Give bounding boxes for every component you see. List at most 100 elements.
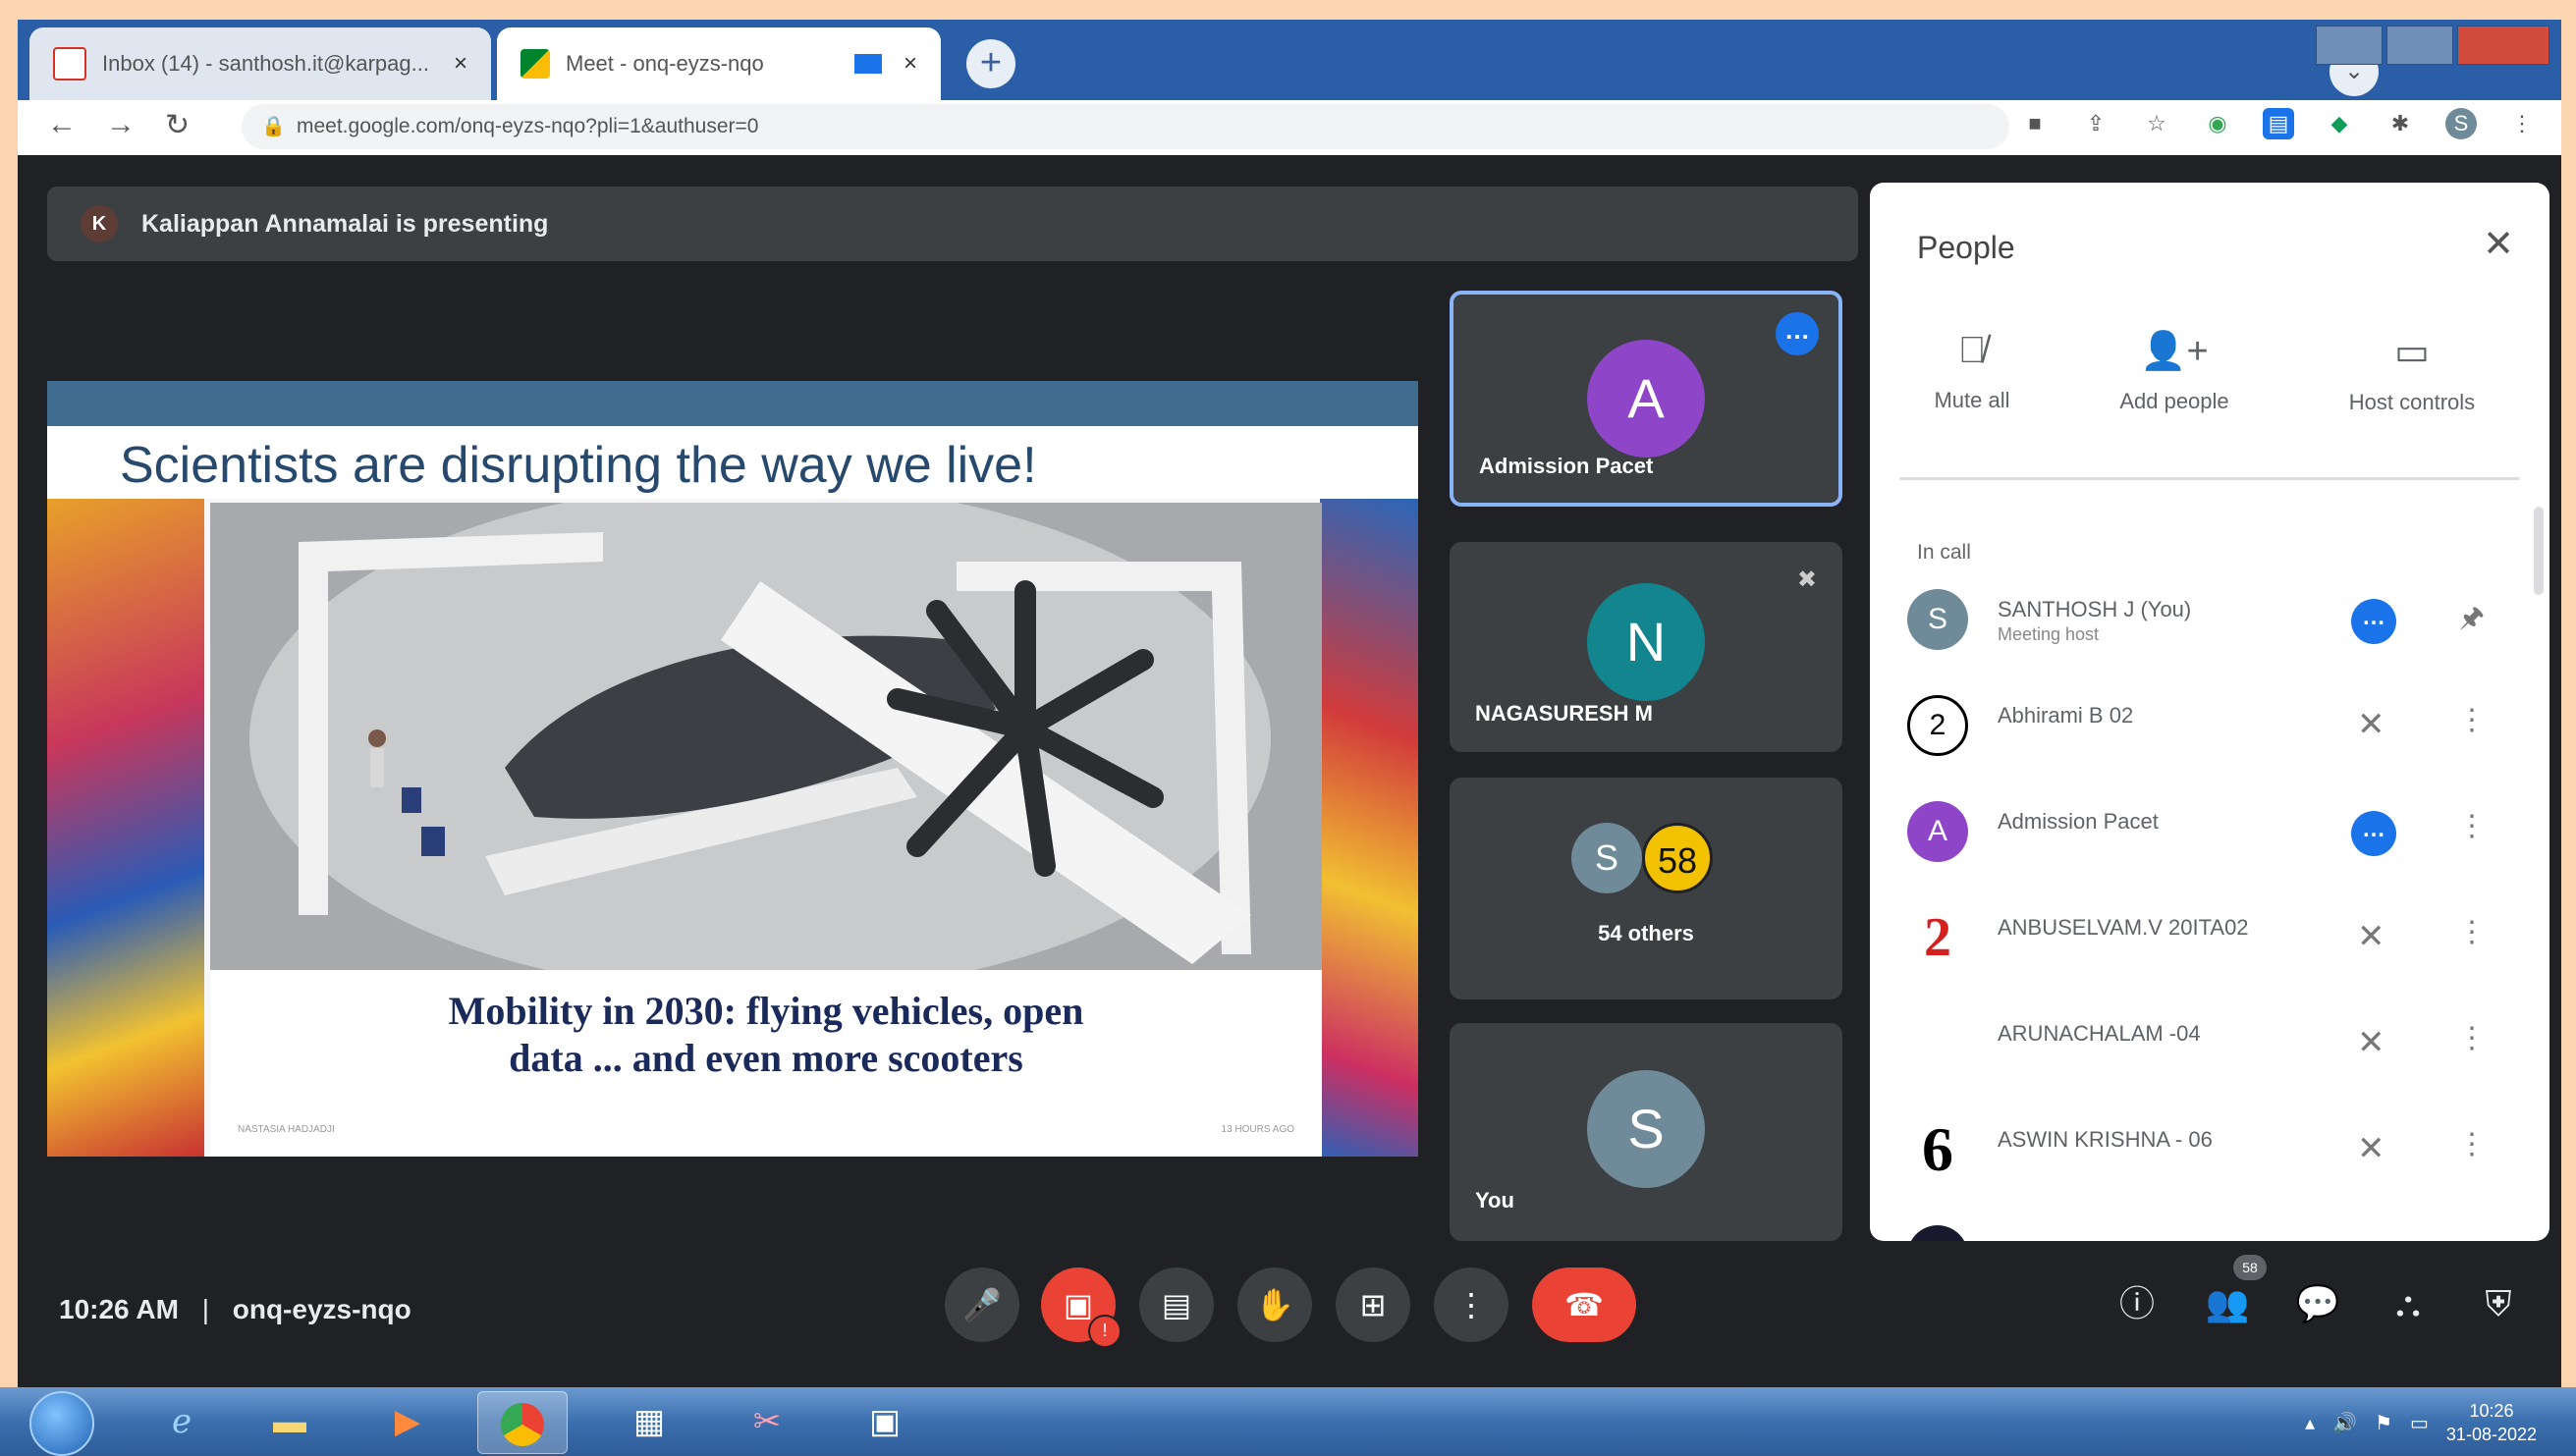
self-tile[interactable]: S You — [1450, 1023, 1842, 1241]
star-icon[interactable]: ☆ — [2141, 108, 2172, 139]
participant-row[interactable] — [1870, 1212, 2549, 1241]
url-text: meet.google.com/onq-eyzs-nqo?pli=1&authu… — [297, 115, 759, 137]
tab-meet[interactable]: Meet - onq-eyzs-nqo × — [497, 27, 941, 100]
divider — [1899, 477, 2520, 480]
snipping-tool-icon[interactable]: ✂ — [723, 1391, 811, 1452]
participant-row[interactable]: 2 ANBUSELVAM.V 20ITA02 ✕ ⋮ — [1870, 893, 2549, 982]
more-vert-icon[interactable]: ⋮ — [2457, 809, 2487, 843]
forward-icon[interactable]: → — [106, 108, 136, 141]
more-vert-icon[interactable]: ⋮ — [2457, 703, 2487, 737]
time-ago-text: 13 HOURS AGO — [1221, 1124, 1294, 1135]
calculator-icon[interactable]: ▦ — [605, 1391, 693, 1452]
extension-icon[interactable]: ◉ — [2202, 108, 2233, 139]
window-close-button[interactable] — [2457, 26, 2549, 65]
file-explorer-icon[interactable]: ▬ — [246, 1391, 334, 1452]
separator: | — [201, 1294, 209, 1324]
system-tray: ▴ 🔊 ⚑ ▭ 10:26 31-08-2022 — [2305, 1399, 2537, 1446]
others-tile[interactable]: S 58 54 others — [1450, 778, 1842, 999]
meet-icon — [521, 49, 550, 79]
maximize-button[interactable] — [2386, 26, 2453, 65]
meeting-info: 10:26 AM | onq-eyzs-nqo — [59, 1294, 411, 1325]
microphone-button[interactable]: 🎤 — [945, 1267, 1019, 1342]
show-hidden-icons[interactable]: ▴ — [2305, 1411, 2315, 1435]
close-tab-icon[interactable]: × — [904, 50, 917, 78]
chrome-icon[interactable] — [477, 1391, 568, 1454]
tab-gmail[interactable]: Inbox (14) - santhosh.it@karpag... × — [29, 27, 491, 100]
avatar: S — [1907, 589, 1968, 650]
url-field[interactable]: 🔒 meet.google.com/onq-eyzs-nqo?pli=1&aut… — [242, 104, 2009, 149]
participant-role: Meeting host — [1998, 624, 2100, 644]
present-button[interactable]: ⊞ — [1336, 1267, 1410, 1342]
activities-icon[interactable]: ⛬ — [2381, 1276, 2436, 1331]
participant-row[interactable]: ARUNACHALAM -04 ✕ ⋮ — [1870, 999, 2549, 1088]
host-controls-icon[interactable]: ⛨ — [2471, 1276, 2526, 1331]
participant-row[interactable]: 2 Abhirami B 02 ✕ ⋮ — [1870, 681, 2549, 770]
host-controls-button[interactable]: ▭ Host controls — [2314, 330, 2510, 415]
document-icon[interactable]: ▣ — [841, 1391, 929, 1452]
mic-off-icon: ✕ — [2357, 1130, 2385, 1167]
profile-avatar[interactable]: S — [2445, 108, 2477, 139]
participant-tile[interactable]: N NAGASURESH M ✖ — [1450, 542, 1842, 752]
camera-button[interactable]: ▣! — [1041, 1267, 1122, 1348]
people-icon[interactable]: 👥 — [2200, 1276, 2255, 1331]
more-vert-icon[interactable]: ⋮ — [2457, 915, 2487, 949]
volume-icon[interactable]: 🔊 — [2332, 1411, 2357, 1435]
extension-icon[interactable]: ▤ — [2263, 108, 2294, 139]
extension-icon[interactable]: ◆ — [2324, 108, 2355, 139]
more-vert-icon: ⋮ — [1455, 1287, 1487, 1322]
share-icon[interactable]: ⇪ — [2080, 108, 2111, 139]
captions-button[interactable]: ▤ — [1139, 1267, 1214, 1342]
system-clock[interactable]: 10:26 31-08-2022 — [2446, 1399, 2537, 1446]
more-vert-icon[interactable]: ⋮ — [2457, 1021, 2487, 1055]
reload-icon[interactable]: ↻ — [165, 108, 190, 142]
participant-row[interactable]: S SANTHOSH J (You) Meeting host … 🖈 — [1870, 575, 2549, 664]
action-center-icon[interactable]: ⚑ — [2375, 1411, 2392, 1435]
back-icon[interactable]: ← — [47, 108, 77, 141]
network-icon[interactable]: ▭ — [2410, 1411, 2429, 1435]
participant-tile[interactable]: A Admission Pacet … — [1450, 291, 1842, 507]
hand-icon: ✋ — [1255, 1287, 1294, 1322]
author-text: NASTASIA HADJADJI — [238, 1124, 335, 1135]
participant-row[interactable]: A Admission Pacet … ⋮ — [1870, 787, 2549, 876]
participant-name: Admission Pacet — [1479, 454, 1654, 478]
more-options-button[interactable]: ⋮ — [1434, 1267, 1508, 1342]
camera-off-icon: ▣ — [1063, 1287, 1094, 1322]
menu-icon[interactable]: ⋮ — [2506, 108, 2538, 139]
avatar: S — [1587, 1070, 1705, 1188]
more-options-icon[interactable]: … — [2351, 599, 2396, 644]
start-button[interactable] — [29, 1391, 94, 1456]
pin-icon[interactable]: 🖈 — [2459, 597, 2485, 644]
media-player-icon[interactable]: ▶ — [363, 1391, 452, 1452]
extension-icons: ■ ⇪ ☆ ◉ ▤ ◆ ✱ S ⋮ — [2019, 108, 2538, 139]
leave-call-button[interactable]: ☎ — [1532, 1267, 1636, 1342]
more-vert-icon[interactable]: ⋮ — [2457, 1127, 2487, 1161]
avatar: N — [1587, 583, 1705, 701]
avatar: S — [1571, 823, 1642, 893]
close-icon[interactable]: ✕ — [2483, 222, 2514, 266]
participant-row[interactable]: 6 ASWIN KRISHNA - 06 ✕ ⋮ — [1870, 1105, 2549, 1194]
minimize-button[interactable] — [2316, 26, 2383, 65]
presenting-text: Kaliappan Annamalai is presenting — [141, 209, 549, 238]
mic-off-icon: 🎙̸ — [1957, 330, 1987, 371]
host-controls-icon: ▭ — [2394, 332, 2430, 373]
raise-hand-button[interactable]: ✋ — [1237, 1267, 1312, 1342]
participant-name: ARUNACHALAM -04 — [1998, 1021, 2201, 1046]
puzzle-icon[interactable]: ✱ — [2384, 108, 2416, 139]
camera-icon[interactable]: ■ — [2019, 108, 2051, 139]
close-tab-icon[interactable]: × — [454, 50, 467, 78]
slide-caption-box: Mobility in 2030: flying vehicles, open … — [210, 970, 1322, 1157]
slide-caption: Mobility in 2030: flying vehicles, open … — [210, 988, 1322, 1082]
participant-name: Abhirami B 02 — [1998, 703, 2134, 728]
meeting-code: onq-eyzs-nqo — [232, 1294, 411, 1324]
action-label: Host controls — [2348, 390, 2476, 414]
chat-icon[interactable]: 💬 — [2290, 1276, 2345, 1331]
clock-date: 31-08-2022 — [2445, 1425, 2537, 1444]
info-icon[interactable]: ⓘ — [2110, 1276, 2165, 1331]
new-tab-button[interactable]: + — [966, 39, 1015, 88]
more-options-icon[interactable]: … — [2351, 811, 2396, 856]
add-people-button[interactable]: 👤+ Add people — [2076, 330, 2273, 414]
internet-explorer-icon[interactable]: ℯ — [137, 1391, 226, 1452]
more-options-icon[interactable]: … — [1776, 312, 1819, 355]
mute-all-button[interactable]: 🎙̸ Mute all — [1874, 330, 2070, 413]
presenting-banner: K Kaliappan Annamalai is presenting — [47, 187, 1858, 261]
